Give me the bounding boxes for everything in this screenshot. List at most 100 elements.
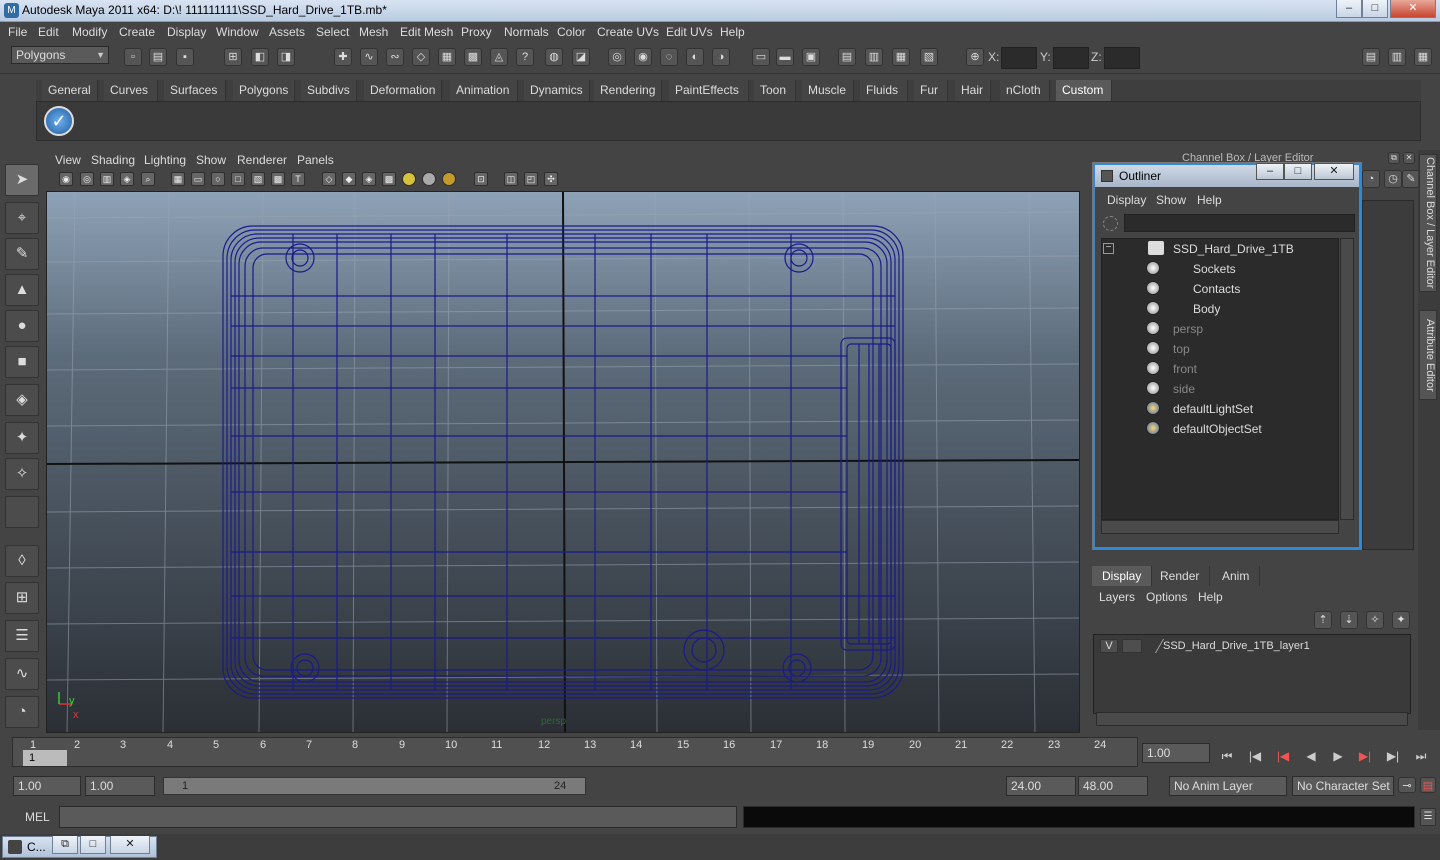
menu-edit[interactable]: Edit xyxy=(38,25,59,39)
time-slider[interactable]: 1 xyxy=(12,737,1138,767)
grid-icon[interactable]: ▦ xyxy=(171,172,185,186)
select-hierarchy-icon[interactable]: ⊞ xyxy=(224,48,242,66)
shelf-tab-painteffects[interactable]: PaintEffects xyxy=(669,80,749,101)
snap-view-plane-icon[interactable]: ◇ xyxy=(412,48,430,66)
paint-select-tool-icon[interactable]: ✎ xyxy=(5,238,39,270)
character-set-dropdown[interactable]: No Character Set xyxy=(1292,776,1394,796)
soft-modification-icon[interactable]: ✦ xyxy=(5,422,39,454)
layer-name[interactable]: SSD_Hard_Drive_1TB_layer1 xyxy=(1163,640,1310,652)
step-back-frame-icon[interactable]: |◀ xyxy=(1244,746,1266,766)
menu-window[interactable]: Window xyxy=(216,25,259,39)
scale-tool-icon[interactable]: ■ xyxy=(5,346,39,378)
channel-box-key-icon[interactable]: ◔ xyxy=(1362,170,1380,188)
selection-mask-icon[interactable]: ◪ xyxy=(572,48,590,66)
last-tool-icon[interactable] xyxy=(5,496,39,528)
maximize-button[interactable]: □ xyxy=(1362,0,1388,18)
menu-create-uvs[interactable]: Create UVs xyxy=(597,25,659,39)
outliner-vertical-scrollbar[interactable] xyxy=(1340,238,1354,520)
render-view-icon[interactable]: ◎ xyxy=(608,48,626,66)
show-outliner-icon[interactable]: ▧ xyxy=(920,48,938,66)
menu-set-dropdown[interactable]: Polygons ▼ xyxy=(11,46,109,64)
safe-action-icon[interactable]: ▩ xyxy=(271,172,285,186)
show-manipulator-icon[interactable]: ✧ xyxy=(5,458,39,490)
wireframe-icon[interactable]: ◇ xyxy=(322,172,336,186)
layer-horizontal-scrollbar[interactable] xyxy=(1096,712,1408,726)
layer-tab-anim[interactable]: Anim xyxy=(1212,566,1261,586)
layer-visibility-toggle[interactable]: V xyxy=(1100,639,1118,653)
end-time-field[interactable]: 48.00 xyxy=(1078,776,1148,796)
show-channel-box-icon[interactable]: ▦ xyxy=(892,48,910,66)
outliner-item[interactable]: persp xyxy=(1173,322,1203,336)
viewport-menu-renderer[interactable]: Renderer xyxy=(237,153,287,167)
outliner-item[interactable]: Sockets xyxy=(1193,262,1236,276)
lock-icon[interactable]: ◍ xyxy=(545,48,563,66)
field-chart-icon[interactable]: ▧ xyxy=(251,172,265,186)
snap-curve-icon[interactable]: ∿ xyxy=(360,48,378,66)
open-scene-icon[interactable]: ▤ xyxy=(149,48,167,66)
show-attribute-editor-icon[interactable]: ▤ xyxy=(838,48,856,66)
layer-tab-render[interactable]: Render xyxy=(1150,566,1211,586)
outliner-item[interactable]: side xyxy=(1173,382,1195,396)
new-scene-icon[interactable]: ▫ xyxy=(124,48,142,66)
perspective-viewport[interactable]: x y persp xyxy=(46,191,1080,733)
move-layer-up-icon[interactable]: ⇡ xyxy=(1314,611,1332,629)
shelf-tab-subdivs[interactable]: Subdivs xyxy=(301,80,357,101)
outliner-menu-help[interactable]: Help xyxy=(1197,193,1222,207)
playback-end-field[interactable]: 24.00 xyxy=(1006,776,1076,796)
shelf-tab-dynamics[interactable]: Dynamics xyxy=(524,80,590,101)
viewport-menu-lighting[interactable]: Lighting xyxy=(144,153,186,167)
select-object-icon[interactable]: ◧ xyxy=(251,48,269,66)
layer-type-toggle[interactable] xyxy=(1122,639,1142,653)
camera-attributes-icon[interactable]: ◎ xyxy=(80,172,94,186)
shelf-tab-surfaces[interactable]: Surfaces xyxy=(164,80,226,101)
outliner-item[interactable]: Contacts xyxy=(1193,282,1240,296)
hypershade-icon[interactable]: ◑ xyxy=(712,48,730,66)
show-tool-settings-icon[interactable]: ▥ xyxy=(865,48,883,66)
relative-mode-icon[interactable]: ▣ xyxy=(802,48,820,66)
menu-help[interactable]: Help xyxy=(720,25,745,39)
anim-layer-dropdown[interactable]: No Anim Layer xyxy=(1169,776,1287,796)
outliner-filter-input[interactable] xyxy=(1124,214,1355,232)
transform-mode-icon[interactable]: ⊕ xyxy=(966,48,984,66)
menu-mesh[interactable]: Mesh xyxy=(359,25,388,39)
move-tool-icon[interactable]: ▲ xyxy=(5,274,39,306)
shelf-tab-fur[interactable]: Fur xyxy=(914,80,948,101)
shelf-tab-fluids[interactable]: Fluids xyxy=(860,80,908,101)
menu-display[interactable]: Display xyxy=(167,25,206,39)
script-editor-icon[interactable]: ☰ xyxy=(1420,808,1436,826)
shelf-tab-animation[interactable]: Animation xyxy=(450,80,518,101)
close-button[interactable]: ✕ xyxy=(1390,0,1436,18)
universal-manipulator-icon[interactable]: ◈ xyxy=(5,384,39,416)
outliner-close-button[interactable]: ✕ xyxy=(1314,163,1354,180)
shelf-tab-general[interactable]: General xyxy=(42,80,98,101)
toggle-layer-editor-icon[interactable]: ▥ xyxy=(1388,48,1406,66)
default-lighting-icon[interactable] xyxy=(402,172,416,186)
wireframe-on-shaded-icon[interactable]: ◈ xyxy=(362,172,376,186)
shadows-icon[interactable] xyxy=(442,172,456,186)
channel-box-clock-icon[interactable]: ◷ xyxy=(1384,170,1402,188)
ipr-render-icon[interactable]: ◌ xyxy=(660,48,678,66)
shelf-tab-custom[interactable]: Custom xyxy=(1056,80,1112,101)
construction-icon[interactable]: ◬ xyxy=(490,48,508,66)
step-forward-frame-icon[interactable]: ▶| xyxy=(1382,746,1404,766)
history-icon[interactable]: ▩ xyxy=(464,48,482,66)
menu-select[interactable]: Select xyxy=(316,25,349,39)
snap-live-icon[interactable]: ▦ xyxy=(438,48,456,66)
new-layer-icon[interactable]: ✧ xyxy=(1366,611,1384,629)
render-settings-icon[interactable]: ◐ xyxy=(686,48,704,66)
menu-assets[interactable]: Assets xyxy=(269,25,305,39)
menu-edit-uvs[interactable]: Edit UVs xyxy=(666,25,713,39)
layer-menu-options[interactable]: Options xyxy=(1146,590,1187,604)
shelf-tab-toon[interactable]: Toon xyxy=(754,80,796,101)
select-tool-icon[interactable]: ➤ xyxy=(5,164,39,196)
xray-icon[interactable]: ◫ xyxy=(504,172,518,186)
shelf-tab-muscle[interactable]: Muscle xyxy=(802,80,854,101)
menu-color[interactable]: Color xyxy=(557,25,586,39)
single-perspective-layout-icon[interactable]: ◊ xyxy=(5,545,39,577)
preferences-icon[interactable]: ▤ xyxy=(1420,777,1436,793)
graph-editor-layout-icon[interactable]: ∿ xyxy=(5,658,39,690)
layer-tab-display[interactable]: Display xyxy=(1092,566,1153,586)
restore-button[interactable]: ⧉ xyxy=(52,836,78,854)
command-language-label[interactable]: MEL xyxy=(25,810,50,824)
menu-proxy[interactable]: Proxy xyxy=(461,25,492,39)
